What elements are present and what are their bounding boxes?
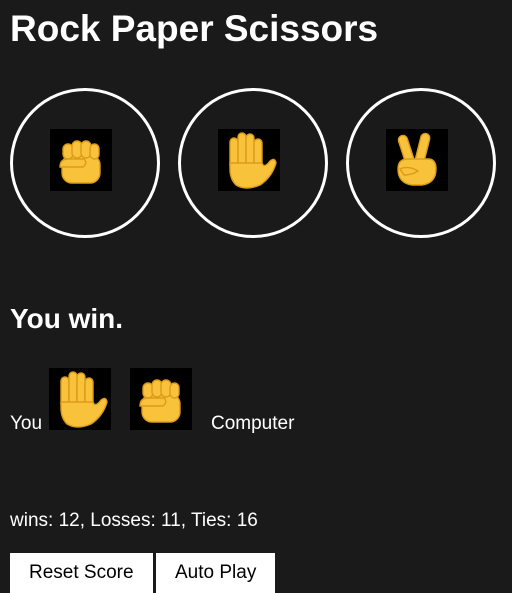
scissors-peace-icon [386, 129, 448, 191]
reset-score-button[interactable]: Reset Score [10, 553, 153, 593]
player-move-paper-icon [49, 368, 111, 430]
scissors-button[interactable] [346, 88, 496, 238]
player-label: You [10, 413, 43, 434]
rock-button[interactable] [10, 88, 160, 238]
computer-move-rock-icon [130, 368, 192, 430]
paper-button[interactable] [178, 88, 328, 238]
score-text: wins: 12, Losses: 11, Ties: 16 [10, 510, 258, 531]
rock-fist-icon [50, 129, 112, 191]
auto-play-button[interactable]: Auto Play [156, 553, 276, 593]
paper-hand-icon [218, 129, 280, 191]
computer-label: Computer [211, 413, 295, 434]
result-text: You win. [10, 303, 124, 334]
page-title: Rock Paper Scissors [10, 8, 379, 49]
